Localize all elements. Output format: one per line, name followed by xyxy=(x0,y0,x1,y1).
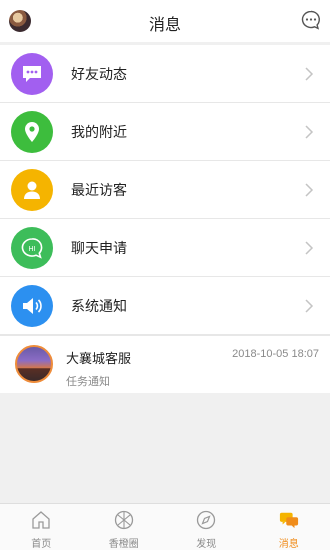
tab-messages[interactable]: 消息 xyxy=(248,504,330,550)
menu-item-friend-activity[interactable]: 好友动态 xyxy=(0,45,330,103)
chevron-right-icon xyxy=(305,299,314,313)
bottom-tab-bar: 首页 香橙圈 发现 消息 xyxy=(0,503,330,550)
friend-activity-icon xyxy=(11,53,53,95)
menu-item-system-notice[interactable]: 系统通知 xyxy=(0,277,330,335)
tab-label: 首页 xyxy=(31,539,52,550)
chat-more-icon[interactable] xyxy=(300,9,322,31)
conversation-name: 大襄城客服 xyxy=(66,351,132,366)
compass-icon xyxy=(197,510,216,530)
home-icon xyxy=(32,511,50,529)
chat-request-icon: HI xyxy=(11,227,53,269)
menu-item-nearby[interactable]: 我的附近 xyxy=(0,103,330,161)
orange-circle-icon xyxy=(114,510,133,530)
menu-item-label: 好友动态 xyxy=(71,66,127,82)
menu-item-label: 最近访客 xyxy=(71,182,127,198)
menu-item-label: 系统通知 xyxy=(71,298,127,314)
conversation-preview: 任务通知 xyxy=(66,376,110,388)
page-title: 消息 xyxy=(148,17,181,34)
conversation-item[interactable]: 大襄城客服 2018-10-05 18:07 任务通知 xyxy=(0,335,330,393)
messages-icon xyxy=(279,512,298,529)
menu-item-visitors[interactable]: 最近访客 xyxy=(0,161,330,219)
chevron-right-icon xyxy=(305,241,314,255)
menu-item-chat-request[interactable]: HI 聊天申请 xyxy=(0,219,330,277)
visitor-icon xyxy=(11,169,53,211)
chevron-right-icon xyxy=(305,125,314,139)
conversation-avatar xyxy=(15,345,53,383)
tab-label: 消息 xyxy=(278,539,299,550)
tab-label: 香橙圈 xyxy=(108,539,139,550)
tab-label: 发现 xyxy=(196,539,217,550)
tab-discover[interactable]: 发现 xyxy=(165,504,248,550)
menu-item-label: 聊天申请 xyxy=(71,240,127,256)
message-list: 好友动态 我的附近 最近访客 HI 聊天申请 系统通知 大襄城客服 2018-1… xyxy=(0,45,330,393)
svg-text:HI: HI xyxy=(29,246,36,253)
top-bar: 消息 xyxy=(0,0,330,42)
conversation-time: 2018-10-05 18:07 xyxy=(232,348,319,360)
tab-home[interactable]: 首页 xyxy=(0,504,83,550)
chevron-right-icon xyxy=(305,67,314,81)
tab-orange-circle[interactable]: 香橙圈 xyxy=(83,504,166,550)
chevron-right-icon xyxy=(305,183,314,197)
location-icon xyxy=(11,111,53,153)
speaker-icon xyxy=(11,285,53,327)
menu-item-label: 我的附近 xyxy=(71,124,127,140)
